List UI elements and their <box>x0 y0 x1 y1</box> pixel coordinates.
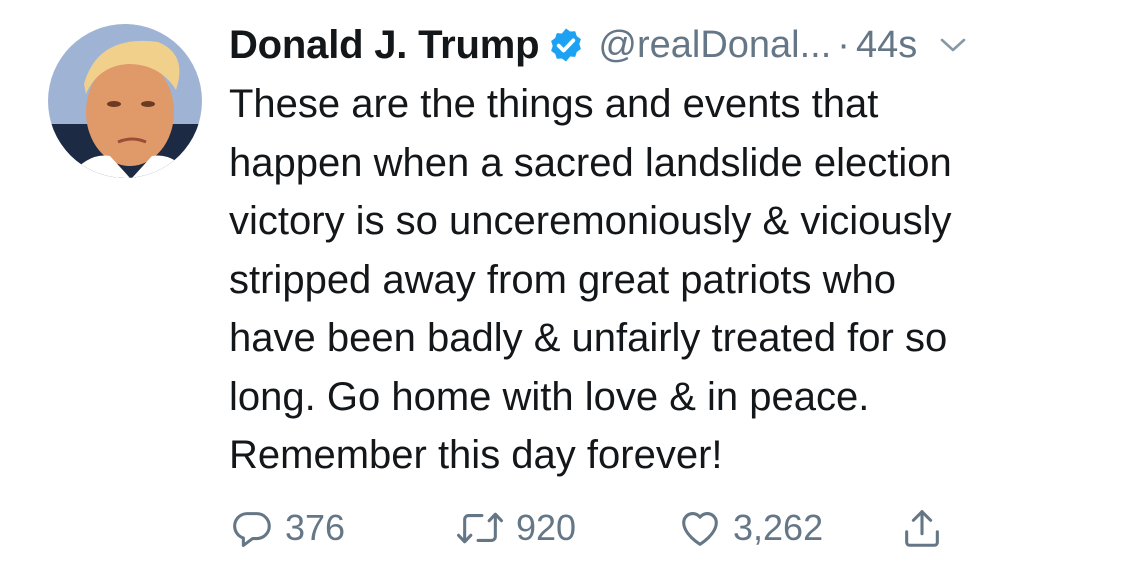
tweet-text-line: stripped away from great patriots who <box>229 257 896 302</box>
chevron-down-icon[interactable] <box>939 35 967 55</box>
tweet[interactable]: Donald J. Trump @realDonal... · 44s Thes… <box>0 0 1125 580</box>
share-button[interactable] <box>899 502 945 554</box>
reply-count: 376 <box>285 507 346 548</box>
tweet-text-line: long. Go home with love & in peace. <box>229 374 870 419</box>
tweet-text: These are the things and events that hap… <box>229 75 1109 485</box>
tweet-text-line: Remember this day forever! <box>229 433 723 477</box>
avatar[interactable] <box>48 24 202 178</box>
retweet-button[interactable]: 920 <box>454 502 576 554</box>
separator-dot: · <box>837 23 850 66</box>
author-name[interactable]: Donald J. Trump <box>229 23 540 68</box>
tweet-text-line: victory is so unceremoniously & viciousl… <box>229 199 952 243</box>
tweet-timestamp[interactable]: 44s <box>856 24 917 67</box>
reply-bubble-icon <box>229 505 275 551</box>
heart-icon <box>677 505 723 551</box>
share-icon <box>899 505 945 551</box>
retweet-icon <box>454 505 506 551</box>
tweet-header: Donald J. Trump @realDonal... · 44s <box>229 18 967 72</box>
like-count: 3,262 <box>733 507 824 548</box>
tweet-text-line: have been badly & unfairly treated for s… <box>229 316 948 360</box>
author-handle[interactable]: @realDonal... <box>598 24 831 67</box>
reply-button[interactable]: 376 <box>229 502 345 554</box>
tweet-text-line: These are the things and events that <box>229 82 879 126</box>
tweet-text-line: happen when a sacred landslide election <box>229 140 952 185</box>
verified-badge-icon <box>547 26 585 64</box>
like-button[interactable]: 3,262 <box>677 502 823 554</box>
avatar-image <box>48 24 202 178</box>
retweet-count: 920 <box>516 507 577 548</box>
